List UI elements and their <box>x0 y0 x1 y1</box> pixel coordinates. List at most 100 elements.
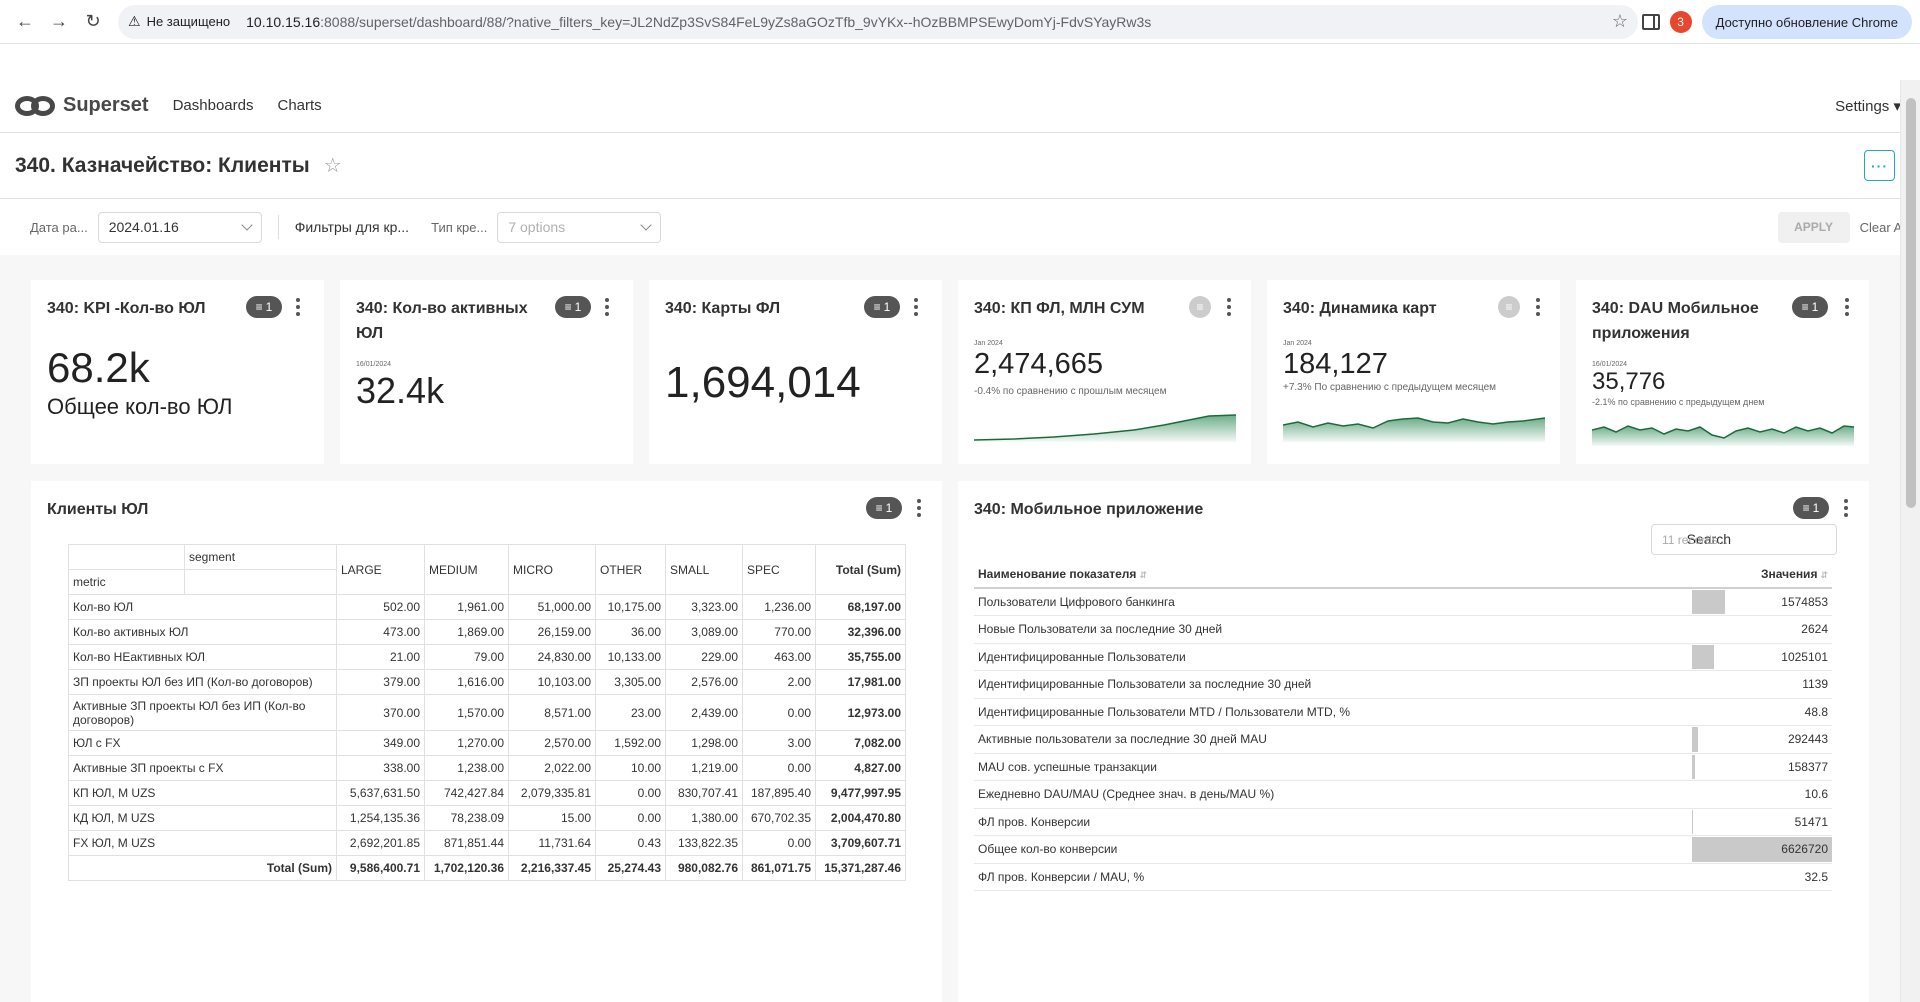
row-header: ЗП проекты ЮЛ без ИП (Кол-во договоров) <box>68 669 337 695</box>
table-cell: 36.00 <box>595 619 666 645</box>
filter-indicator[interactable]: ≡ 1 <box>246 296 282 318</box>
dashboard-more-button[interactable]: ··· <box>1864 150 1895 181</box>
kpi-card: 340: КП ФЛ, МЛН СУМ ≡ Jan 2024 2,474,665… <box>958 280 1251 464</box>
column-header[interactable]: Total (Sum) <box>815 544 906 595</box>
table-cell: 2.00 <box>742 669 816 695</box>
scrollbar-thumb[interactable] <box>1906 98 1916 508</box>
chart-menu-icon[interactable] <box>1843 499 1849 517</box>
table-cell: 51471 <box>1692 808 1832 836</box>
bookmark-star-icon[interactable]: ☆ <box>1612 11 1628 32</box>
table-cell: 338.00 <box>336 755 425 781</box>
table-cell: 26,159.00 <box>508 619 596 645</box>
side-panel-icon[interactable] <box>1641 14 1660 30</box>
address-bar[interactable]: ⚠ Не защищено 10.10.15.16:8088/superset/… <box>118 4 1638 39</box>
table-cell: 463.00 <box>742 644 816 670</box>
sort-icon[interactable]: ⇵ <box>1820 570 1828 580</box>
filter-indicator[interactable]: ≡ <box>1498 296 1520 318</box>
column-header[interactable]: Наименование показателя ⇵ <box>974 561 1692 589</box>
chart-menu-icon[interactable] <box>1226 298 1232 316</box>
chart-title[interactable]: 340: Мобильное приложение <box>974 497 1203 522</box>
column-header[interactable]: SPEC <box>742 544 816 595</box>
chart-title[interactable]: 340: Кол-во активных ЮЛ <box>356 296 546 346</box>
nav-charts[interactable]: Charts <box>277 97 321 114</box>
reload-icon[interactable]: ↻ <box>76 5 110 39</box>
table-cell: 133,822.35 <box>665 830 743 856</box>
table-cell: ФЛ пров. Конверсии <box>974 808 1692 836</box>
extension-badge[interactable]: 3 <box>1669 11 1692 33</box>
chart-title[interactable]: 340: Динамика карт <box>1283 296 1437 321</box>
chart-title[interactable]: 340: Карты ФЛ <box>665 296 780 321</box>
total-cell: 15,371,287.46 <box>815 855 906 881</box>
column-header[interactable]: LARGE <box>336 544 425 595</box>
nav-dashboards[interactable]: Dashboards <box>173 97 254 114</box>
chart-title[interactable]: 340: КП ФЛ, МЛН СУМ <box>974 296 1145 321</box>
table-cell: 1,219.00 <box>665 755 743 781</box>
filter-indicator[interactable]: ≡ 1 <box>555 296 591 318</box>
big-number: 35,776 <box>1592 368 1666 395</box>
forward-icon[interactable]: → <box>42 5 76 39</box>
filter-indicator[interactable]: ≡ 1 <box>864 296 900 318</box>
table-cell: 32.5 <box>1692 863 1832 891</box>
favorite-star-icon[interactable]: ☆ <box>324 153 342 178</box>
table-cell: 10.00 <box>595 755 666 781</box>
chart-menu-icon[interactable] <box>916 499 922 517</box>
filter-indicator[interactable]: ≡ 1 <box>1792 296 1828 318</box>
filter-icon: ≡ <box>1802 501 1810 515</box>
apply-filters-button[interactable]: APPLY <box>1777 211 1850 243</box>
table-cell: 5,637,631.50 <box>336 780 425 806</box>
table-cell: 2,692,201.85 <box>336 830 425 856</box>
column-header[interactable]: SMALL <box>665 544 743 595</box>
chart-title[interactable]: Клиенты ЮЛ <box>47 497 148 522</box>
table-cell: 502.00 <box>336 594 425 620</box>
insecure-label: Не защищено <box>146 14 231 29</box>
total-cell: 9,586,400.71 <box>336 855 425 881</box>
cell-bar <box>1692 727 1699 752</box>
filter-count: 1 <box>574 300 582 314</box>
chart-menu-icon[interactable] <box>604 298 610 316</box>
type-filter-select[interactable]: 7 options <box>497 211 662 243</box>
page-scrollbar[interactable] <box>1900 80 1920 1002</box>
filter-indicator[interactable]: ≡ <box>1189 296 1211 318</box>
cell-value: 292443 <box>1787 732 1828 747</box>
column-header[interactable]: MICRO <box>508 544 596 595</box>
filter-group-label[interactable]: Фильтры для кр... <box>295 219 409 235</box>
table-cell: 7,082.00 <box>815 730 906 756</box>
back-icon[interactable]: ← <box>8 5 42 39</box>
table-card: 340: Мобильное приложение ≡ 1 Search 11 r… <box>958 481 1869 1002</box>
security-indicator[interactable]: ⚠ Не защищено <box>128 13 242 30</box>
chart-menu-icon[interactable] <box>913 298 919 316</box>
chart-menu-icon[interactable] <box>1844 298 1850 316</box>
date-filter-select[interactable]: 2024.01.16 <box>97 211 262 243</box>
row-header: Активные ЗП проекты ЮЛ без ИП (Кол-во до… <box>68 694 337 731</box>
superset-navbar: Superset Dashboards Charts Settings ▾ <box>0 79 1920 133</box>
comparison-text: -0.4% по сравнению с прошлым месяцем <box>974 386 1167 397</box>
chart-menu-icon[interactable] <box>295 298 301 316</box>
type-filter-label: Тип кре... <box>431 219 488 235</box>
date-filter-value: 2024.01.16 <box>108 219 179 235</box>
settings-menu[interactable]: Settings ▾ <box>1835 97 1901 115</box>
search-input[interactable]: 11 records... <box>1651 524 1837 555</box>
chrome-update-button[interactable]: Доступно обновление Chrome <box>1701 5 1912 39</box>
chart-menu-icon[interactable] <box>1535 298 1541 316</box>
comparison-text: -2.1% по сравнению с предыдущем днем <box>1592 397 1765 407</box>
filter-indicator[interactable]: ≡ 1 <box>1793 497 1829 519</box>
sort-icon[interactable]: ⇵ <box>1139 570 1147 580</box>
kpi-card: 340: Карты ФЛ ≡ 1 1,694,014 <box>649 280 942 464</box>
table-row: Кол-во активных ЮЛ 473.00 1,869.00 26,159.0… <box>68 619 906 645</box>
superset-logo[interactable]: Superset <box>15 94 149 117</box>
table-cell: 1,570.00 <box>424 694 509 731</box>
table-row: Идентифицированные Пользователи 1025101 <box>974 643 1832 671</box>
big-number: 68.2k <box>47 344 150 391</box>
filter-indicator[interactable]: ≡ 1 <box>866 497 902 519</box>
url-text[interactable]: 10.10.15.16:8088/superset/dashboard/88/?… <box>246 14 1151 30</box>
table-row: MAU сов. успешные транзакции 158377 <box>974 753 1832 781</box>
table-cell: 3,323.00 <box>665 594 743 620</box>
chart-title[interactable]: 340: KPI -Кол-во ЮЛ <box>47 296 237 321</box>
column-header[interactable]: Значения ⇵ <box>1692 561 1832 589</box>
filter-icon: ≡ <box>873 300 881 314</box>
trendline-chart <box>1592 425 1854 446</box>
table-cell: 2624 <box>1692 615 1832 644</box>
column-header[interactable]: OTHER <box>595 544 666 595</box>
column-header[interactable]: MEDIUM <box>424 544 509 595</box>
chart-title[interactable]: 340: DAU Мобильное приложения <box>1592 296 1787 346</box>
